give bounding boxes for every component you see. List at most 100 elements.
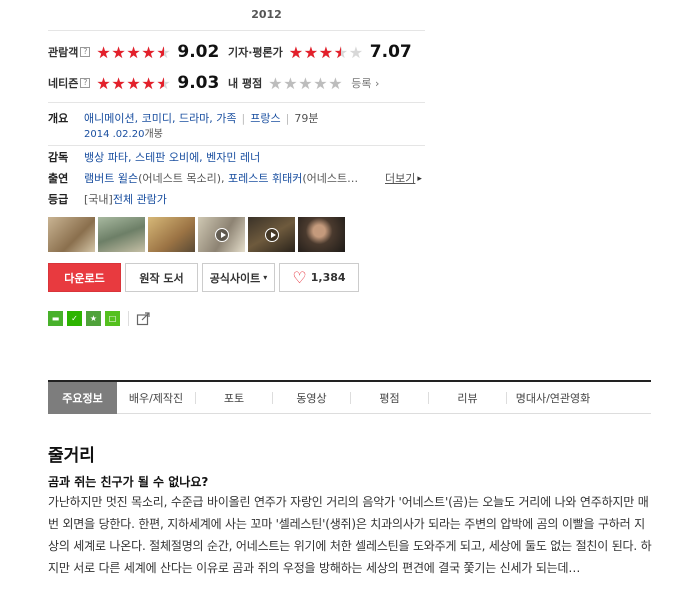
rating-critics: 기자·평론가 ★ ★ ★ ★ ★ ★ ★ ★ ★ 7.07 bbox=[228, 40, 412, 64]
star-icon: ★ bbox=[283, 73, 298, 93]
rating-score: 9.03 bbox=[177, 73, 220, 93]
star-icon: ★ ★ bbox=[141, 42, 156, 62]
my-star-rating[interactable]: ★ ★ ★ ★ ★ bbox=[268, 73, 343, 93]
chevron-right-icon: ▸ bbox=[417, 174, 422, 184]
divider bbox=[128, 311, 129, 326]
line-share-icon[interactable]: □ bbox=[105, 311, 120, 326]
cast-label: 출연 bbox=[48, 172, 69, 185]
play-icon bbox=[214, 227, 229, 242]
rating-score: 9.02 bbox=[177, 42, 220, 62]
star-rating: ★ ★ ★ ★ ★ ★ ★ ★ ★ ★ bbox=[96, 42, 171, 62]
divider bbox=[48, 145, 425, 146]
tab-videos[interactable]: 동영상 bbox=[273, 382, 350, 414]
rating-label: 네티즌 bbox=[48, 77, 79, 90]
directors-link[interactable]: 뱅상 파타, 스테판 오비에, 벤자민 레너 bbox=[84, 151, 260, 165]
rating-label: 관람객 bbox=[48, 46, 79, 59]
synopsis-text: 가난하지만 멋진 목소리, 수준급 바이올린 연주가 자랑인 거리의 음악가 '… bbox=[48, 495, 652, 575]
grade-row: 등급 [국내]전체 관람가 bbox=[48, 193, 167, 207]
cast-role: (어네스트… bbox=[302, 172, 359, 185]
grade-label: 등급 bbox=[48, 193, 69, 206]
download-button[interactable]: 다운로드 bbox=[48, 263, 121, 292]
star-icon: ★ ★ bbox=[96, 73, 111, 93]
play-icon bbox=[264, 227, 279, 242]
overview-row: 개요 애니메이션, 코미디, 드라마, 가족 | 프랑스 | 79분 bbox=[48, 112, 318, 126]
divider bbox=[48, 102, 425, 103]
talk-share-icon[interactable]: ✓ bbox=[67, 311, 82, 326]
star-icon: ★ ★ bbox=[156, 73, 171, 93]
cast-role: (어네스트 목소리), bbox=[138, 172, 225, 185]
synopsis-subtitle: 곰과 쥐는 친구가 될 수 없나요? bbox=[48, 475, 209, 489]
photo-thumbnail[interactable] bbox=[298, 217, 345, 252]
star-rating: ★ ★ ★ ★ ★ ★ ★ ★ ★ ★ bbox=[96, 73, 171, 93]
separator: | bbox=[241, 112, 246, 125]
help-icon[interactable]: ? bbox=[80, 47, 91, 57]
director-label: 감독 bbox=[48, 151, 69, 164]
photo-thumbnail[interactable] bbox=[98, 217, 145, 252]
video-thumbnail[interactable] bbox=[248, 217, 295, 252]
star-icon: ★ bbox=[268, 73, 283, 93]
release-row: 2014 .02.20 개봉 bbox=[84, 128, 163, 142]
rating-label: 기자·평론가 bbox=[228, 46, 283, 59]
star-icon: ★ ★ bbox=[156, 42, 171, 62]
tab-bar: 주요정보 배우/제작진 포토 동영상 평점 리뷰 명대사/연관영화 bbox=[48, 380, 651, 414]
star-icon: ★ ★ bbox=[126, 42, 141, 62]
chevron-down-icon: ▾ bbox=[263, 273, 268, 282]
star-icon: ★ ★ bbox=[288, 42, 304, 62]
genres-link[interactable]: 애니메이션, 코미디, 드라마, 가족 bbox=[84, 112, 237, 125]
share-icon[interactable] bbox=[136, 311, 151, 326]
rating-label: 내 평점 bbox=[228, 77, 263, 90]
cast-row: 출연 램버트 윌슨(어네스트 목소리), 포레스트 휘태커(어네스트… bbox=[48, 172, 358, 186]
synopsis-heading: 줄거리 bbox=[48, 446, 95, 466]
rating-netizen: 네티즌? ★ ★ ★ ★ ★ ★ ★ ★ ★ ★ 9.03 bbox=[48, 71, 219, 95]
separator: | bbox=[285, 112, 290, 125]
tab-ratings[interactable]: 평점 bbox=[351, 382, 428, 414]
divider bbox=[48, 30, 425, 31]
rating-score: 7.07 bbox=[369, 42, 412, 62]
star-icon: ★ bbox=[313, 73, 328, 93]
star-icon: ★ ★ bbox=[333, 42, 349, 62]
runtime: 79분 bbox=[294, 112, 319, 125]
more-link[interactable]: 더보기 ▸ bbox=[385, 172, 422, 186]
grade-link[interactable]: 전체 관람가 bbox=[113, 193, 167, 206]
release-year: 2012 bbox=[251, 8, 282, 21]
star-icon: ★ ★ bbox=[96, 42, 111, 62]
star-icon: ★ ★ bbox=[141, 73, 156, 93]
like-button[interactable]: ♡ 1,384 bbox=[279, 263, 359, 292]
media-thumbnails bbox=[48, 217, 345, 252]
star-icon: ★ bbox=[328, 73, 343, 93]
sns-share-buttons: ▬ ✓ ★ □ bbox=[48, 311, 120, 326]
country-link[interactable]: 프랑스 bbox=[250, 112, 280, 125]
star-icon: ★ bbox=[298, 73, 313, 93]
register-rating-link[interactable]: 등록 › bbox=[351, 75, 379, 91]
grade-region: [국내] bbox=[84, 193, 113, 206]
star-icon: ★ ★ bbox=[111, 42, 126, 62]
cast-link[interactable]: 포레스트 휘태커 bbox=[228, 172, 302, 185]
rating-audience: 관람객? ★ ★ ★ ★ ★ ★ ★ ★ ★ ★ 9.02 bbox=[48, 40, 219, 64]
tab-main-info[interactable]: 주요정보 bbox=[48, 382, 117, 414]
tab-cast-crew[interactable]: 배우/제작진 bbox=[117, 382, 195, 414]
tab-quotes-related[interactable]: 명대사/연관영화 bbox=[507, 382, 599, 414]
tab-reviews[interactable]: 리뷰 bbox=[429, 382, 506, 414]
overview-label: 개요 bbox=[48, 112, 69, 125]
band-share-icon[interactable]: ▬ bbox=[48, 311, 63, 326]
photo-thumbnail[interactable] bbox=[148, 217, 195, 252]
video-thumbnail[interactable] bbox=[198, 217, 245, 252]
chevron-right-icon: › bbox=[374, 77, 380, 90]
help-icon[interactable]: ? bbox=[80, 78, 91, 88]
bookmark-share-icon[interactable]: ★ bbox=[86, 311, 101, 326]
star-icon: ★ bbox=[348, 42, 364, 62]
cast-link[interactable]: 램버트 윌슨 bbox=[84, 172, 138, 185]
photo-thumbnail[interactable] bbox=[48, 217, 95, 252]
release-date-link[interactable]: 2014 .02.20 bbox=[84, 128, 144, 142]
star-icon: ★ ★ bbox=[126, 73, 141, 93]
official-site-button[interactable]: 공식사이트 ▾ bbox=[202, 263, 275, 292]
star-icon: ★ ★ bbox=[318, 42, 334, 62]
heart-icon: ♡ bbox=[292, 268, 307, 287]
original-book-button[interactable]: 원작 도서 bbox=[125, 263, 198, 292]
tab-photos[interactable]: 포토 bbox=[196, 382, 272, 414]
rating-mine: 내 평점 ★ ★ ★ ★ ★ 등록 › bbox=[228, 71, 379, 95]
star-rating: ★ ★ ★ ★ ★ ★ ★ ★ ★ bbox=[288, 42, 364, 62]
release-suffix: 개봉 bbox=[144, 129, 163, 140]
director-row: 감독 뱅상 파타, 스테판 오비에, 벤자민 레너 bbox=[48, 151, 260, 165]
star-icon: ★ ★ bbox=[111, 73, 126, 93]
